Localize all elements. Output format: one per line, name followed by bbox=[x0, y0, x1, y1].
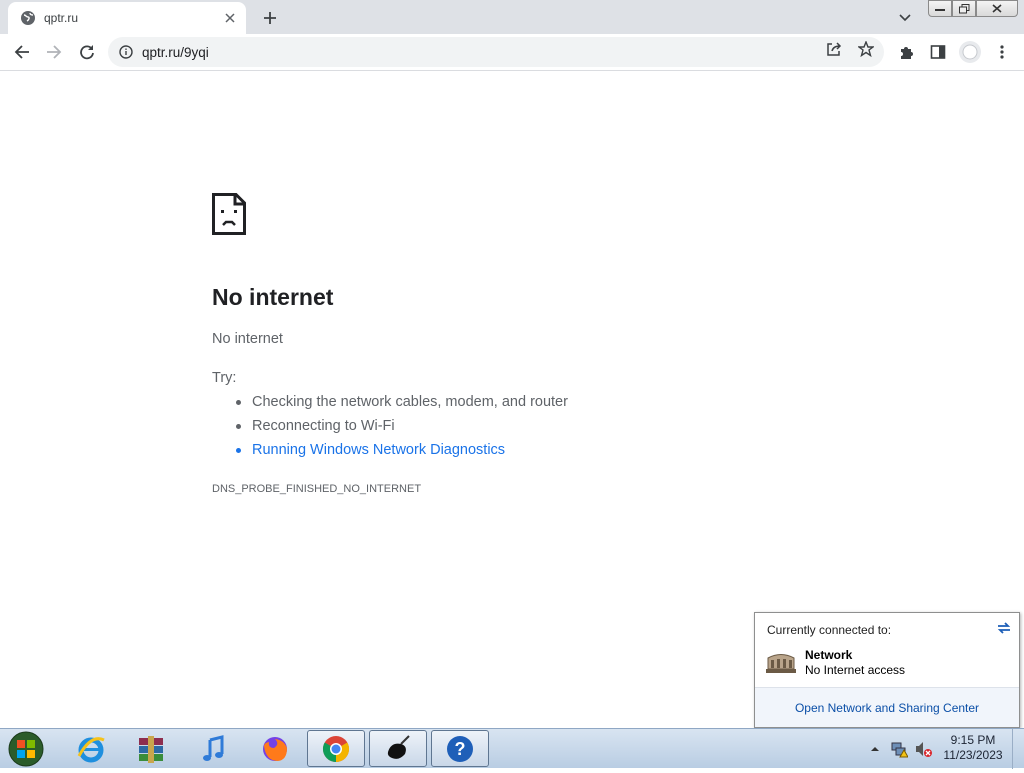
internet-explorer-icon[interactable] bbox=[62, 730, 120, 767]
close-icon[interactable] bbox=[222, 10, 238, 26]
clock-time: 9:15 PM bbox=[950, 733, 996, 747]
suggestion-item: Reconnecting to Wi-Fi bbox=[236, 418, 568, 442]
network-status: No Internet access bbox=[805, 663, 906, 677]
globe-icon bbox=[20, 10, 36, 26]
refresh-arrows-icon[interactable] bbox=[995, 620, 1013, 636]
url-text: qptr.ru/9yqi bbox=[142, 44, 209, 60]
help-icon[interactable]: ? bbox=[431, 730, 489, 767]
info-icon[interactable] bbox=[118, 44, 134, 60]
network-name: Network bbox=[805, 648, 853, 662]
new-tab-button[interactable] bbox=[258, 6, 282, 30]
tab-strip: qptr.ru bbox=[0, 0, 1024, 34]
network-sharing-center-link[interactable]: Open Network and Sharing Center bbox=[795, 701, 979, 715]
network-diagnostics-link[interactable]: Running Windows Network Diagnostics bbox=[236, 442, 568, 466]
firefox-icon[interactable] bbox=[246, 730, 304, 767]
share-icon[interactable] bbox=[822, 37, 846, 61]
winrar-icon[interactable] bbox=[122, 730, 180, 767]
volume-muted-icon[interactable] bbox=[914, 740, 932, 758]
chevron-down-icon[interactable] bbox=[893, 6, 917, 30]
side-panel-icon[interactable] bbox=[926, 40, 950, 64]
start-button[interactable] bbox=[4, 730, 48, 768]
forward-arrow-icon[interactable] bbox=[42, 40, 66, 64]
show-hidden-icons-icon[interactable] bbox=[866, 740, 884, 758]
flyout-header: Currently connected to: bbox=[767, 623, 892, 637]
window-controls bbox=[928, 0, 1018, 17]
sad-document-icon bbox=[212, 193, 246, 235]
network-flyout: Currently connected to: Network No Inter… bbox=[754, 612, 1020, 728]
error-subheading: No internet bbox=[212, 331, 283, 347]
show-desktop-button[interactable] bbox=[1012, 729, 1024, 769]
try-label: Try: bbox=[212, 370, 237, 386]
svg-text:?: ? bbox=[455, 739, 466, 759]
back-arrow-icon[interactable] bbox=[10, 40, 34, 64]
more-menu-icon[interactable] bbox=[990, 40, 1014, 64]
address-bar[interactable]: qptr.ru/9yqi bbox=[108, 37, 884, 67]
itunes-icon[interactable] bbox=[184, 730, 242, 767]
clock[interactable]: 9:15 PM 11/23/2023 bbox=[940, 733, 1006, 763]
reload-icon[interactable] bbox=[75, 40, 99, 64]
tab-title: qptr.ru bbox=[44, 11, 79, 25]
network-bench-icon bbox=[766, 654, 796, 673]
chrome-icon[interactable] bbox=[307, 730, 365, 767]
suggestion-list: Checking the network cables, modem, and … bbox=[236, 394, 568, 466]
browser-toolbar: qptr.ru/9yqi bbox=[0, 34, 1024, 71]
minimize-button[interactable] bbox=[928, 0, 952, 17]
flyout-footer: Open Network and Sharing Center bbox=[755, 687, 1019, 727]
error-heading: No internet bbox=[212, 284, 334, 310]
star-icon[interactable] bbox=[854, 37, 878, 61]
extensions-puzzle-icon[interactable] bbox=[894, 40, 918, 64]
error-code: DNS_PROBE_FINISHED_NO_INTERNET bbox=[212, 483, 422, 495]
restore-button[interactable] bbox=[952, 0, 976, 17]
profile-avatar-icon[interactable] bbox=[958, 40, 982, 64]
suggestion-item: Checking the network cables, modem, and … bbox=[236, 394, 568, 418]
close-window-button[interactable] bbox=[976, 0, 1018, 17]
ink-icon[interactable] bbox=[369, 730, 427, 767]
clock-date: 11/23/2023 bbox=[943, 748, 1003, 762]
network-warning-icon[interactable] bbox=[890, 740, 908, 758]
tab-active[interactable]: qptr.ru bbox=[8, 2, 246, 34]
taskbar: ? 9:15 PM 11/23/2023 bbox=[0, 728, 1024, 769]
